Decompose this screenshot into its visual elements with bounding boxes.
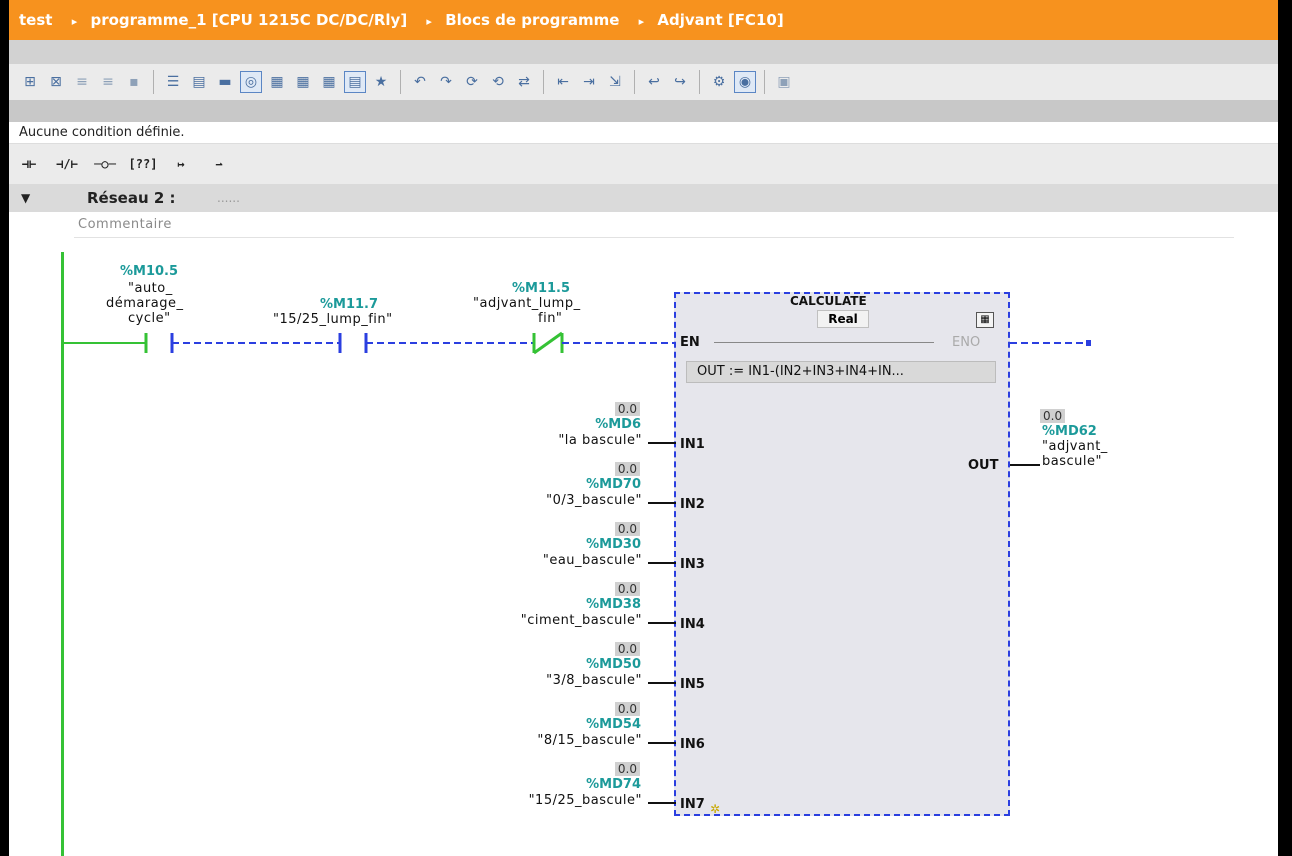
output-value: 0.0 <box>1040 409 1066 423</box>
input-connector <box>648 802 676 804</box>
en-pin: EN <box>680 335 700 350</box>
input-symbol: "15/25_bascule" <box>528 793 642 808</box>
input-connector <box>648 742 676 744</box>
input-connector <box>648 682 676 684</box>
rung-diagram <box>63 331 1091 355</box>
output-symbol-line: "adjvant_ <box>1042 439 1108 454</box>
input-pin: IN1 <box>680 437 705 452</box>
input-symbol: "eau_bascule" <box>542 553 642 568</box>
input-address[interactable]: %MD70 <box>586 477 641 492</box>
input-address[interactable]: %MD74 <box>586 777 641 792</box>
input-symbol: "8/15_bascule" <box>537 733 642 748</box>
data-type-selector[interactable]: Real <box>817 310 869 328</box>
formula-field[interactable]: OUT := IN1-(IN2+IN3+IN4+IN... <box>686 361 996 383</box>
input-connector <box>648 502 676 504</box>
input-value: 0.0 <box>614 522 640 536</box>
no-contact-1-icon <box>144 333 174 353</box>
out-connector <box>1010 464 1040 466</box>
input-address[interactable]: %MD38 <box>586 597 641 612</box>
input-value: 0.0 <box>614 762 640 776</box>
input-value: 0.0 <box>614 582 640 596</box>
input-symbol: "3/8_bascule" <box>546 673 642 688</box>
no-contact-2-icon <box>338 333 368 353</box>
input-pin: IN4 <box>680 617 705 632</box>
input-pin: IN2 <box>680 497 705 512</box>
input-address[interactable]: %MD54 <box>586 717 641 732</box>
out-pin: OUT <box>968 458 999 473</box>
input-symbol: "la bascule" <box>558 433 642 448</box>
input-address[interactable]: %MD30 <box>586 537 641 552</box>
input-pin: IN6 <box>680 737 705 752</box>
nc-contact-icon <box>532 331 564 355</box>
input-value: 0.0 <box>614 462 640 476</box>
input-value: 0.0 <box>614 702 640 716</box>
en-line <box>714 342 934 343</box>
input-symbol: "ciment_bascule" <box>520 613 642 628</box>
block-name: CALCULATE <box>790 294 867 308</box>
add-input-icon[interactable]: ✲ <box>710 802 720 816</box>
input-connector <box>648 442 676 444</box>
input-address[interactable]: %MD6 <box>595 417 641 432</box>
input-pin: IN5 <box>680 677 705 692</box>
input-value: 0.0 <box>614 642 640 656</box>
input-pin: IN3 <box>680 557 705 572</box>
input-symbol: "0/3_bascule" <box>546 493 642 508</box>
edit-expression-icon[interactable]: ▦ <box>976 312 994 328</box>
input-value: 0.0 <box>614 402 640 416</box>
input-address[interactable]: %MD50 <box>586 657 641 672</box>
eno-pin: ENO <box>952 335 981 350</box>
input-pin: IN7 <box>680 797 705 812</box>
input-connector <box>648 622 676 624</box>
output-symbol-line: bascule" <box>1042 454 1102 469</box>
output-address[interactable]: %MD62 <box>1042 424 1097 439</box>
input-connector <box>648 562 676 564</box>
